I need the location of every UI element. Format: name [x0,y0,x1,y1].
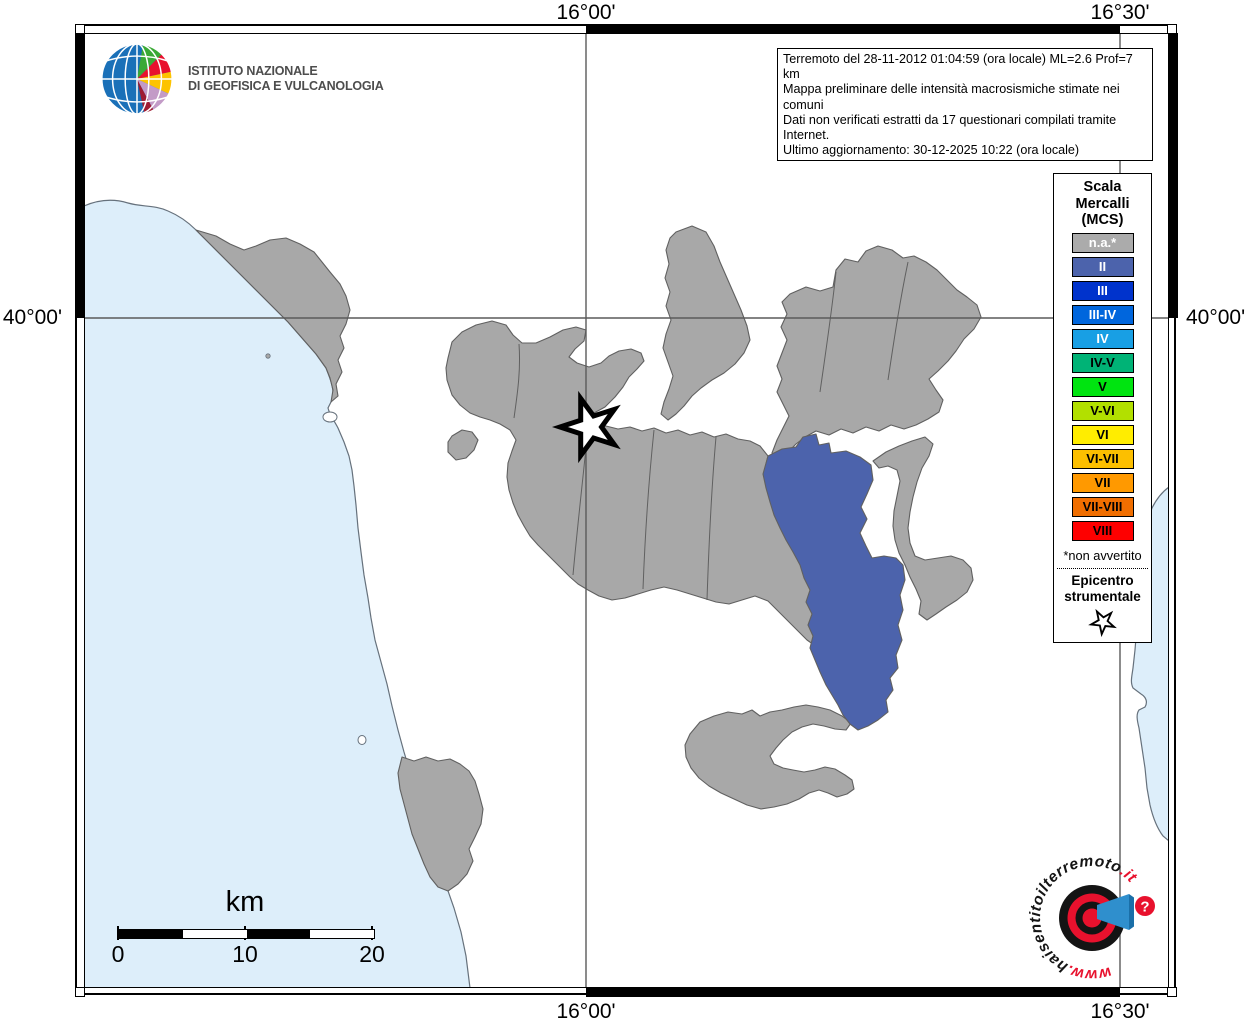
question-mark: ? [1140,899,1149,916]
mercalli-scale-legend: Scala Mercalli (MCS) n.a.* II III III-IV… [1053,173,1152,643]
lon-label-bottom-west: 16°00' [556,1000,616,1023]
info-line-map-type: Mappa preliminare delle intensità macros… [783,82,1120,112]
legend-divider [1057,567,1148,569]
info-line-event: Terremoto del 28-11-2012 01:04:59 (ora l… [783,52,1133,82]
scale-label-20: 20 [359,941,385,967]
earthquake-intensity-map: 16°00' 16°30' 16°00' 16°30' 40°00' 40°00… [0,0,1254,1024]
legend-item-v-vi: V-VI [1071,400,1134,421]
ingv-logo-text: ISTITUTO NAZIONALE DI GEOFISICA E VULCAN… [188,64,384,94]
map-canvas [84,33,1169,988]
scale-label-0: 0 [111,941,125,967]
ingv-name-line2: DI GEOFISICA E VULCANOLOGIA [188,79,384,93]
legend-footnote: *non avvertito [1063,547,1142,563]
legend-item-vi-vii: VI-VII [1071,448,1134,469]
legend-item-iv: IV [1071,328,1134,349]
municipality-cluster-northeast [771,245,982,461]
municipality-cluster-south [684,704,855,810]
municipality-cluster-north [660,225,751,421]
legend-item-viii: VIII [1071,520,1134,541]
scale-bar-segment [182,930,247,938]
small-island [357,735,367,745]
scale-bar-segment [246,930,311,938]
scale-bar-unit: km [225,886,265,918]
frame-corner [1167,24,1177,34]
legend-item-ii: II [1071,256,1134,277]
frame-corner [75,987,85,997]
haisentito-watermark-logo: ? www.haisentitoilterremoto.it [1027,853,1155,983]
legend-item-na: n.a.* [1071,232,1134,253]
legend-title: Scala Mercalli (MCS) [1075,179,1130,228]
lat-label-right: 40°00' [1186,306,1246,329]
ingv-globe-icon [101,43,173,115]
legend-epicenter-label: Epicentro strumentale [1064,572,1141,604]
legend-item-vii: VII [1071,472,1134,493]
coastal-lagoon [322,411,338,423]
lon-label-top-west: 16°00' [556,1,616,24]
scale-bar-segment [310,930,374,938]
scale-label-10: 10 [232,941,258,967]
info-line-updated: Ultimo aggiornamento: 30-12-2025 10:22 (… [783,143,1080,158]
frame-band-right-black [1169,33,1178,318]
scale-bar [118,929,375,939]
municipality-small-west [447,429,479,461]
legend-item-vii-viii: VII-VIII [1071,496,1134,517]
ingv-logo: ISTITUTO NAZIONALE DI GEOFISICA E VULCAN… [100,42,384,116]
epicenter-star-icon [1054,607,1151,642]
frame-band-top-black [586,24,1120,33]
frame-corner [75,24,85,34]
legend-item-v: V [1071,376,1134,397]
legend-item-iv-v: IV-V [1071,352,1134,373]
earthquake-info-box: Terremoto del 28-11-2012 01:04:59 (ora l… [777,48,1153,162]
megaphone-cap [1129,894,1134,930]
ingv-name-line1: ISTITUTO NAZIONALE [188,64,318,78]
legend-item-iii: III [1071,280,1134,301]
islet-speck [265,353,271,359]
scale-bar-segment [119,930,183,938]
lat-label-left: 40°00' [2,306,62,329]
legend-item-vi: VI [1071,424,1134,445]
legend-item-iii-iv: III-IV [1071,304,1134,325]
lon-label-bottom-east: 16°30' [1090,1000,1150,1023]
frame-band-left-black [75,33,84,318]
info-line-data-source: Dati non verificati estratti da 17 quest… [783,112,1117,143]
lon-label-top-east: 16°30' [1090,1,1150,24]
